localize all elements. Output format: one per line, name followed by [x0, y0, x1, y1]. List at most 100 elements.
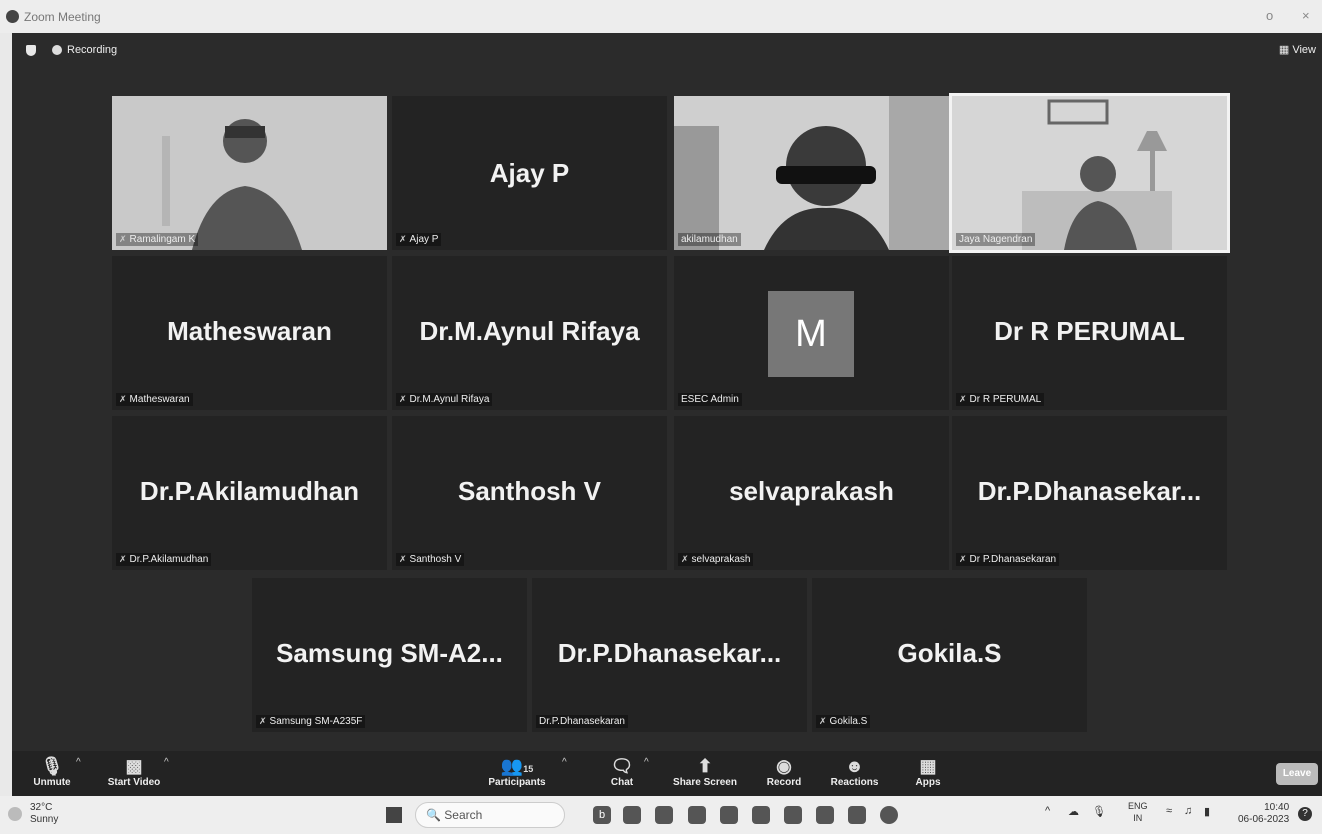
participant-name: selvaprakash [729, 476, 894, 506]
mic-off-icon: 🎙 [40, 756, 64, 776]
minimize-button[interactable]: o [1266, 8, 1273, 23]
participant-tile[interactable]: ✗ Ramalingam K [112, 96, 387, 250]
mic-off-icon: ✗ [119, 234, 127, 244]
chrome-icon[interactable] [752, 806, 770, 824]
mic-off-icon: ✗ [681, 554, 689, 564]
chat-label: Chat [610, 777, 634, 788]
participant-tile[interactable]: Dr.P.Dhanasekar... ✗ Dr P.Dhanasekaran [952, 416, 1227, 570]
wifi-icon[interactable]: ≈ [1166, 805, 1172, 817]
unmute-button[interactable]: 🎙 Unmute [32, 755, 72, 788]
participant-name-label: ✗ Ramalingam K [116, 233, 199, 246]
participant-tile[interactable]: Dr.M.Aynul Rifaya ✗ Dr.M.Aynul Rifaya [392, 256, 667, 410]
participant-name: Dr R PERUMAL [994, 316, 1185, 346]
participants-caret[interactable]: ^ [562, 757, 567, 768]
record-button[interactable]: ◉ Record [764, 755, 804, 788]
apps-button[interactable]: ▦ Apps [908, 755, 948, 788]
reactions-label: Reactions [830, 777, 879, 788]
volume-icon[interactable]: ♫ [1184, 805, 1192, 817]
participant-name: Dr.P.Akilamudhan [139, 476, 360, 506]
participant-name-label: ✗ Gokila.S [816, 715, 871, 728]
view-button[interactable]: ▦ View [1279, 43, 1316, 56]
participant-name-label: Jaya Nagendran [956, 233, 1036, 246]
audio-options-caret[interactable]: ^ [76, 757, 81, 768]
battery-icon[interactable]: ▮ [1204, 805, 1210, 818]
participant-tile[interactable]: selvaprakash ✗ selvaprakash [674, 416, 949, 570]
participant-tile[interactable]: akilamudhan [674, 96, 949, 250]
close-button[interactable]: × [1302, 8, 1310, 23]
participant-tile[interactable]: Gokila.S ✗ Gokila.S [812, 578, 1087, 732]
participants-button[interactable]: 👥15 Participants [482, 755, 552, 788]
notification-icon[interactable]: ? [1298, 807, 1312, 821]
start-video-button[interactable]: ▩ Start Video [104, 755, 164, 788]
view-label: View [1292, 44, 1316, 56]
participant-name-label: ✗ Dr.P.Akilamudhan [116, 553, 212, 566]
participant-name-label: ✗ Samsung SM-A235F [256, 715, 366, 728]
mic-off-icon: ✗ [119, 394, 127, 404]
task-view-icon[interactable] [623, 806, 641, 824]
participants-label: Participants [488, 777, 546, 788]
mic-off-icon: ✗ [399, 234, 407, 244]
meeting-controls: 🎙 Unmute ^ ▩ Start Video ^ 👥15 Participa… [12, 751, 1322, 796]
apps-icon: ▦ [919, 756, 937, 776]
video-off-icon: ▩ [125, 756, 143, 776]
taskbar-clock[interactable]: 10:40 06-06-2023 [1238, 802, 1289, 826]
window-title: Zoom Meeting [24, 10, 101, 24]
share-screen-button[interactable]: ⬆ Share Screen [670, 755, 740, 788]
participant-video [952, 96, 1227, 250]
store-icon[interactable] [720, 806, 738, 824]
participant-name: Dr.M.Aynul Rifaya [419, 316, 640, 346]
people-icon: 👥 [500, 756, 524, 776]
mic-tray-icon[interactable]: 🎙 [1092, 805, 1106, 818]
participant-name: Dr.P.Dhanasekar... [977, 476, 1202, 506]
participant-name-label: ✗ Dr P.Dhanasekaran [956, 553, 1060, 566]
recording-label: Recording [67, 44, 118, 56]
participant-count: 15 [523, 764, 534, 774]
title-bar: Zoom Meeting o × [0, 0, 1322, 33]
participant-tile[interactable]: Santhosh V ✗ Santhosh V [392, 416, 667, 570]
onedrive-icon[interactable]: ☁ [1068, 805, 1079, 818]
record-icon: ◉ [776, 756, 792, 776]
chat-icon: 🗨 [610, 756, 634, 776]
weather-widget[interactable]: 32°C Sunny [30, 802, 58, 826]
participant-tile[interactable]: Samsung SM-A2... ✗ Samsung SM-A235F [252, 578, 527, 732]
leave-button[interactable]: Leave [1276, 763, 1318, 785]
mic-off-icon: ✗ [119, 554, 127, 564]
edge-icon[interactable] [784, 806, 802, 824]
apps-label: Apps [915, 777, 941, 788]
participant-tile[interactable]: Ajay P ✗ Ajay P [392, 96, 667, 250]
temperature: 32°C [30, 802, 53, 813]
windows-start-icon[interactable] [386, 807, 402, 823]
video-options-caret[interactable]: ^ [164, 757, 169, 768]
tray-overflow-icon[interactable]: ^ [1045, 805, 1050, 817]
language-indicator[interactable]: ENG IN [1128, 800, 1148, 824]
participant-tile[interactable]: Dr.P.Akilamudhan ✗ Dr.P.Akilamudhan [112, 416, 387, 570]
participant-tile[interactable]: Dr.P.Dhanasekar... Dr.P.Dhanasekaran [532, 578, 807, 732]
active-speaker-tile[interactable]: Jaya Nagendran [949, 93, 1230, 253]
photos-icon[interactable] [816, 806, 834, 824]
weather-condition: Sunny [30, 814, 59, 825]
reactions-button[interactable]: ☻ Reactions [827, 755, 882, 788]
file-explorer-icon[interactable] [688, 806, 706, 824]
taskbar-search[interactable]: 🔍 Search [415, 802, 565, 828]
teams-chat-icon[interactable] [655, 806, 673, 824]
share-screen-label: Share Screen [673, 777, 737, 788]
zoom-logo-icon [6, 10, 19, 23]
share-screen-icon: ⬆ [697, 756, 713, 776]
participant-name-label: ✗ Dr.M.Aynul Rifaya [396, 393, 493, 406]
chat-button[interactable]: 🗨 Chat [602, 755, 642, 788]
zoom-app-icon[interactable] [880, 806, 898, 824]
network-app-icon[interactable] [848, 806, 866, 824]
region-code: IN [1133, 813, 1143, 823]
recording-icon [52, 45, 62, 55]
participant-tile[interactable]: Dr R PERUMAL ✗ Dr R PERUMAL [952, 256, 1227, 410]
security-shield-icon[interactable] [26, 45, 36, 56]
participant-name: Gokila.S [897, 638, 1002, 668]
participant-video [112, 96, 387, 250]
participant-tile[interactable]: Matheswaran ✗ Matheswaran [112, 256, 387, 410]
mic-off-icon: ✗ [399, 394, 407, 404]
chat-caret[interactable]: ^ [644, 757, 649, 768]
windows-taskbar: 32°C Sunny 🔍 Search b ^ ☁ 🎙 ENG IN ≈ ♫ ▮… [0, 796, 1322, 834]
meeting-area: Recording ▦ View ✗ Ramalingam K Ajay P ✗ A… [12, 33, 1322, 796]
bing-icon[interactable]: b [593, 806, 611, 824]
participant-tile[interactable]: M ESEC Admin [674, 256, 949, 410]
